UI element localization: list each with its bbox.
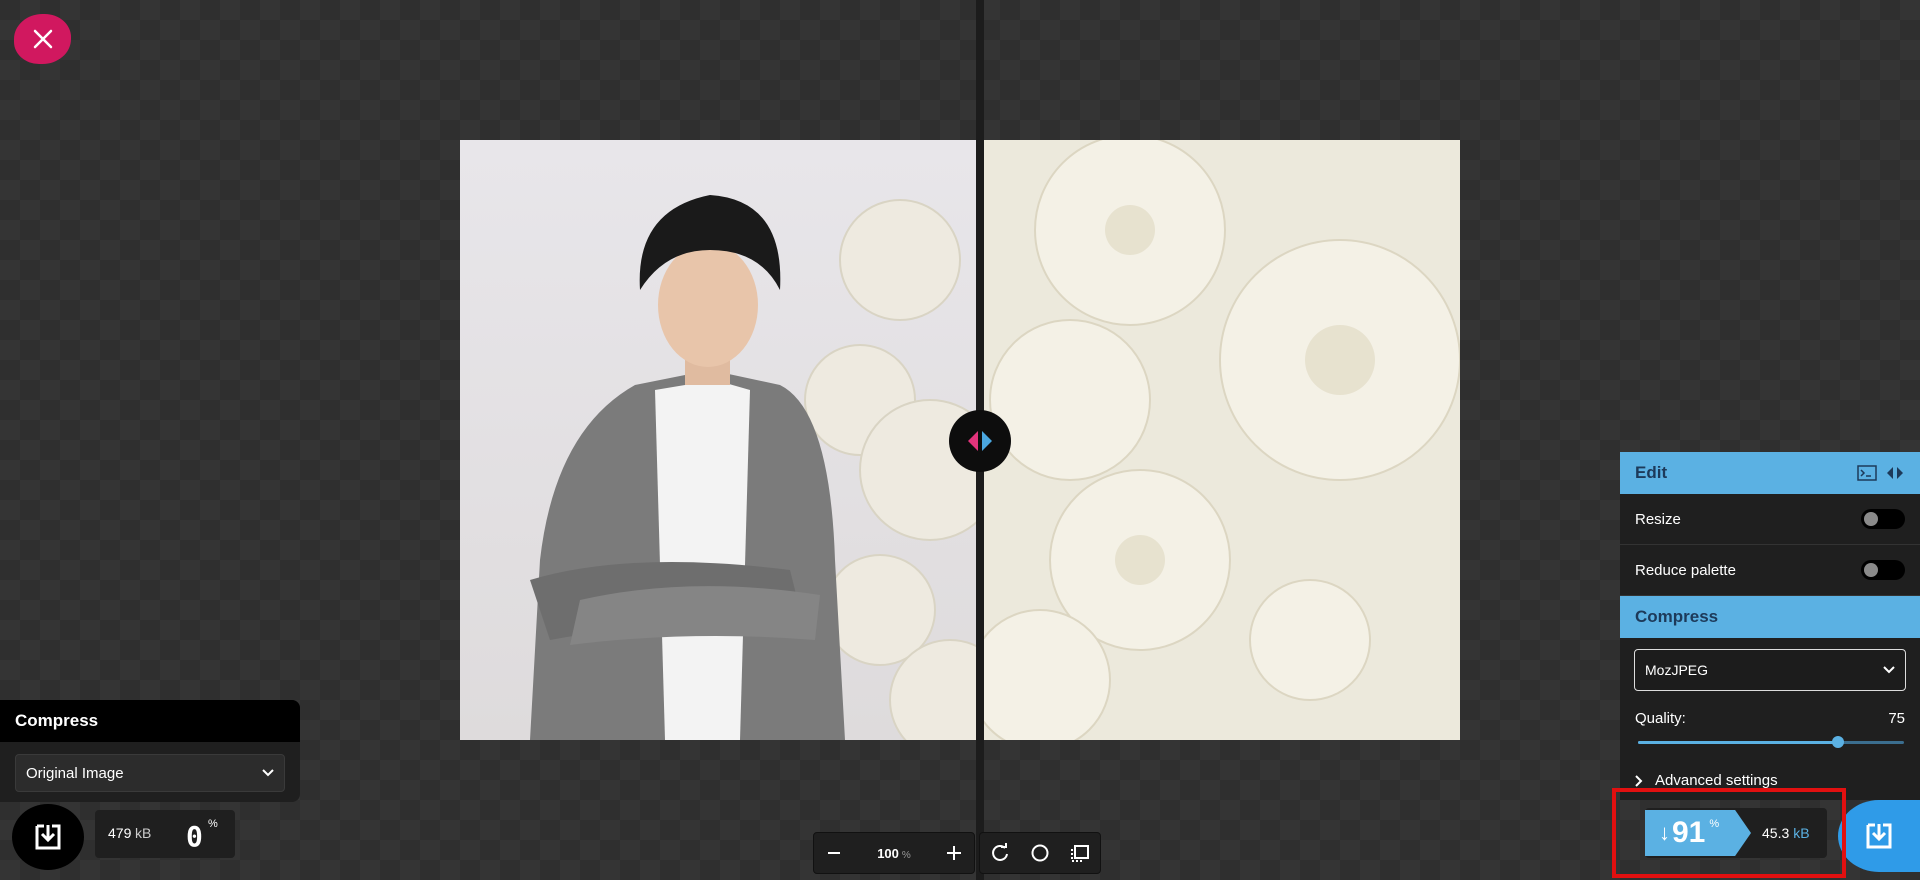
split-arrows-icon — [968, 431, 992, 451]
swap-sides-icon[interactable] — [1885, 465, 1905, 481]
quality-value[interactable]: 75 — [1888, 710, 1905, 727]
close-icon — [33, 29, 52, 49]
close-button[interactable] — [14, 14, 71, 64]
left-format-select-value: Original Image — [26, 764, 124, 782]
reduce-palette-label: Reduce palette — [1635, 561, 1736, 579]
result-size-box: ↓ 91 % 45.3 kB — [1645, 808, 1827, 858]
advanced-settings-toggle[interactable]: Advanced settings — [1635, 772, 1778, 789]
codec-select-value: MozJPEG — [1645, 662, 1709, 678]
result-size: 45.3 kB — [1762, 825, 1810, 841]
left-size-box: 479 kB 0 % — [95, 810, 235, 858]
original-photo — [530, 195, 980, 740]
edit-title: Edit — [1635, 463, 1668, 482]
circle-icon — [1031, 844, 1049, 862]
left-download-button[interactable] — [12, 804, 84, 870]
result-size-unit: kB — [1793, 825, 1810, 841]
advanced-settings-label: Advanced settings — [1655, 772, 1778, 789]
minus-icon — [828, 852, 840, 854]
quality-label: Quality: — [1635, 710, 1686, 727]
reduction-percent-sign: % — [1709, 818, 1720, 830]
split-handle[interactable] — [949, 410, 1011, 472]
left-size-value: 479 — [108, 825, 132, 841]
view-controls — [979, 832, 1101, 874]
zoom-value-field[interactable]: 100% — [854, 846, 934, 861]
zoom-in-button[interactable] — [934, 833, 974, 873]
reduction-badge: ↓ 91 % — [1645, 810, 1751, 856]
fit-screen-icon — [1071, 845, 1089, 862]
download-icon — [35, 824, 61, 850]
edit-header: Edit — [1620, 452, 1920, 494]
left-size-unit: kB — [135, 825, 152, 841]
zoom-controls: 100% — [813, 832, 975, 874]
reduction-arrow: ↓ — [1659, 820, 1670, 845]
chevron-down-icon — [262, 769, 274, 777]
chevron-down-icon — [1883, 666, 1895, 674]
zoom-value: 100 — [877, 845, 899, 861]
rotate-icon — [992, 843, 1008, 861]
compressed-image-half — [980, 140, 1460, 740]
quality-row: Quality: 75 — [1635, 710, 1905, 727]
quality-slider[interactable] — [1638, 736, 1904, 748]
chevron-right-icon — [1635, 774, 1643, 787]
left-format-select[interactable]: Original Image — [15, 754, 285, 792]
result-size-value: 45.3 — [1762, 825, 1790, 841]
right-options-panel: Edit Resize Reduce palette Compress MozJ… — [1620, 452, 1920, 800]
quality-slider-thumb[interactable] — [1831, 736, 1844, 748]
terminal-icon[interactable] — [1857, 465, 1877, 481]
compress-header: Compress — [1620, 596, 1920, 638]
left-panel-title: Compress — [0, 700, 300, 742]
compressed-photo — [980, 140, 1460, 740]
resize-toggle[interactable] — [1861, 509, 1905, 529]
rotate-button[interactable] — [980, 833, 1020, 873]
plus-icon — [947, 846, 961, 860]
reduce-palette-row: Reduce palette — [1620, 545, 1920, 596]
zoom-unit: % — [901, 849, 911, 861]
original-image-half — [460, 140, 980, 740]
right-download-button[interactable] — [1838, 800, 1920, 872]
download-icon — [1866, 823, 1892, 849]
resize-label: Resize — [1635, 510, 1681, 528]
reduction-percent: 91 — [1672, 816, 1706, 849]
zoom-out-button[interactable] — [814, 833, 854, 873]
fit-screen-button[interactable] — [1060, 833, 1100, 873]
left-percent-value: 0 — [186, 820, 203, 853]
quality-slider-fill — [1638, 741, 1838, 744]
background-toggle-button[interactable] — [1020, 833, 1060, 873]
resize-row: Resize — [1620, 494, 1920, 545]
compress-title: Compress — [1635, 607, 1719, 626]
codec-select[interactable]: MozJPEG — [1634, 649, 1906, 691]
zoom-toolbar: 100% — [813, 832, 1101, 874]
left-percent-sign: % — [208, 818, 218, 830]
left-compress-panel: Compress Original Image — [0, 700, 300, 802]
reduce-palette-toggle[interactable] — [1861, 560, 1905, 580]
